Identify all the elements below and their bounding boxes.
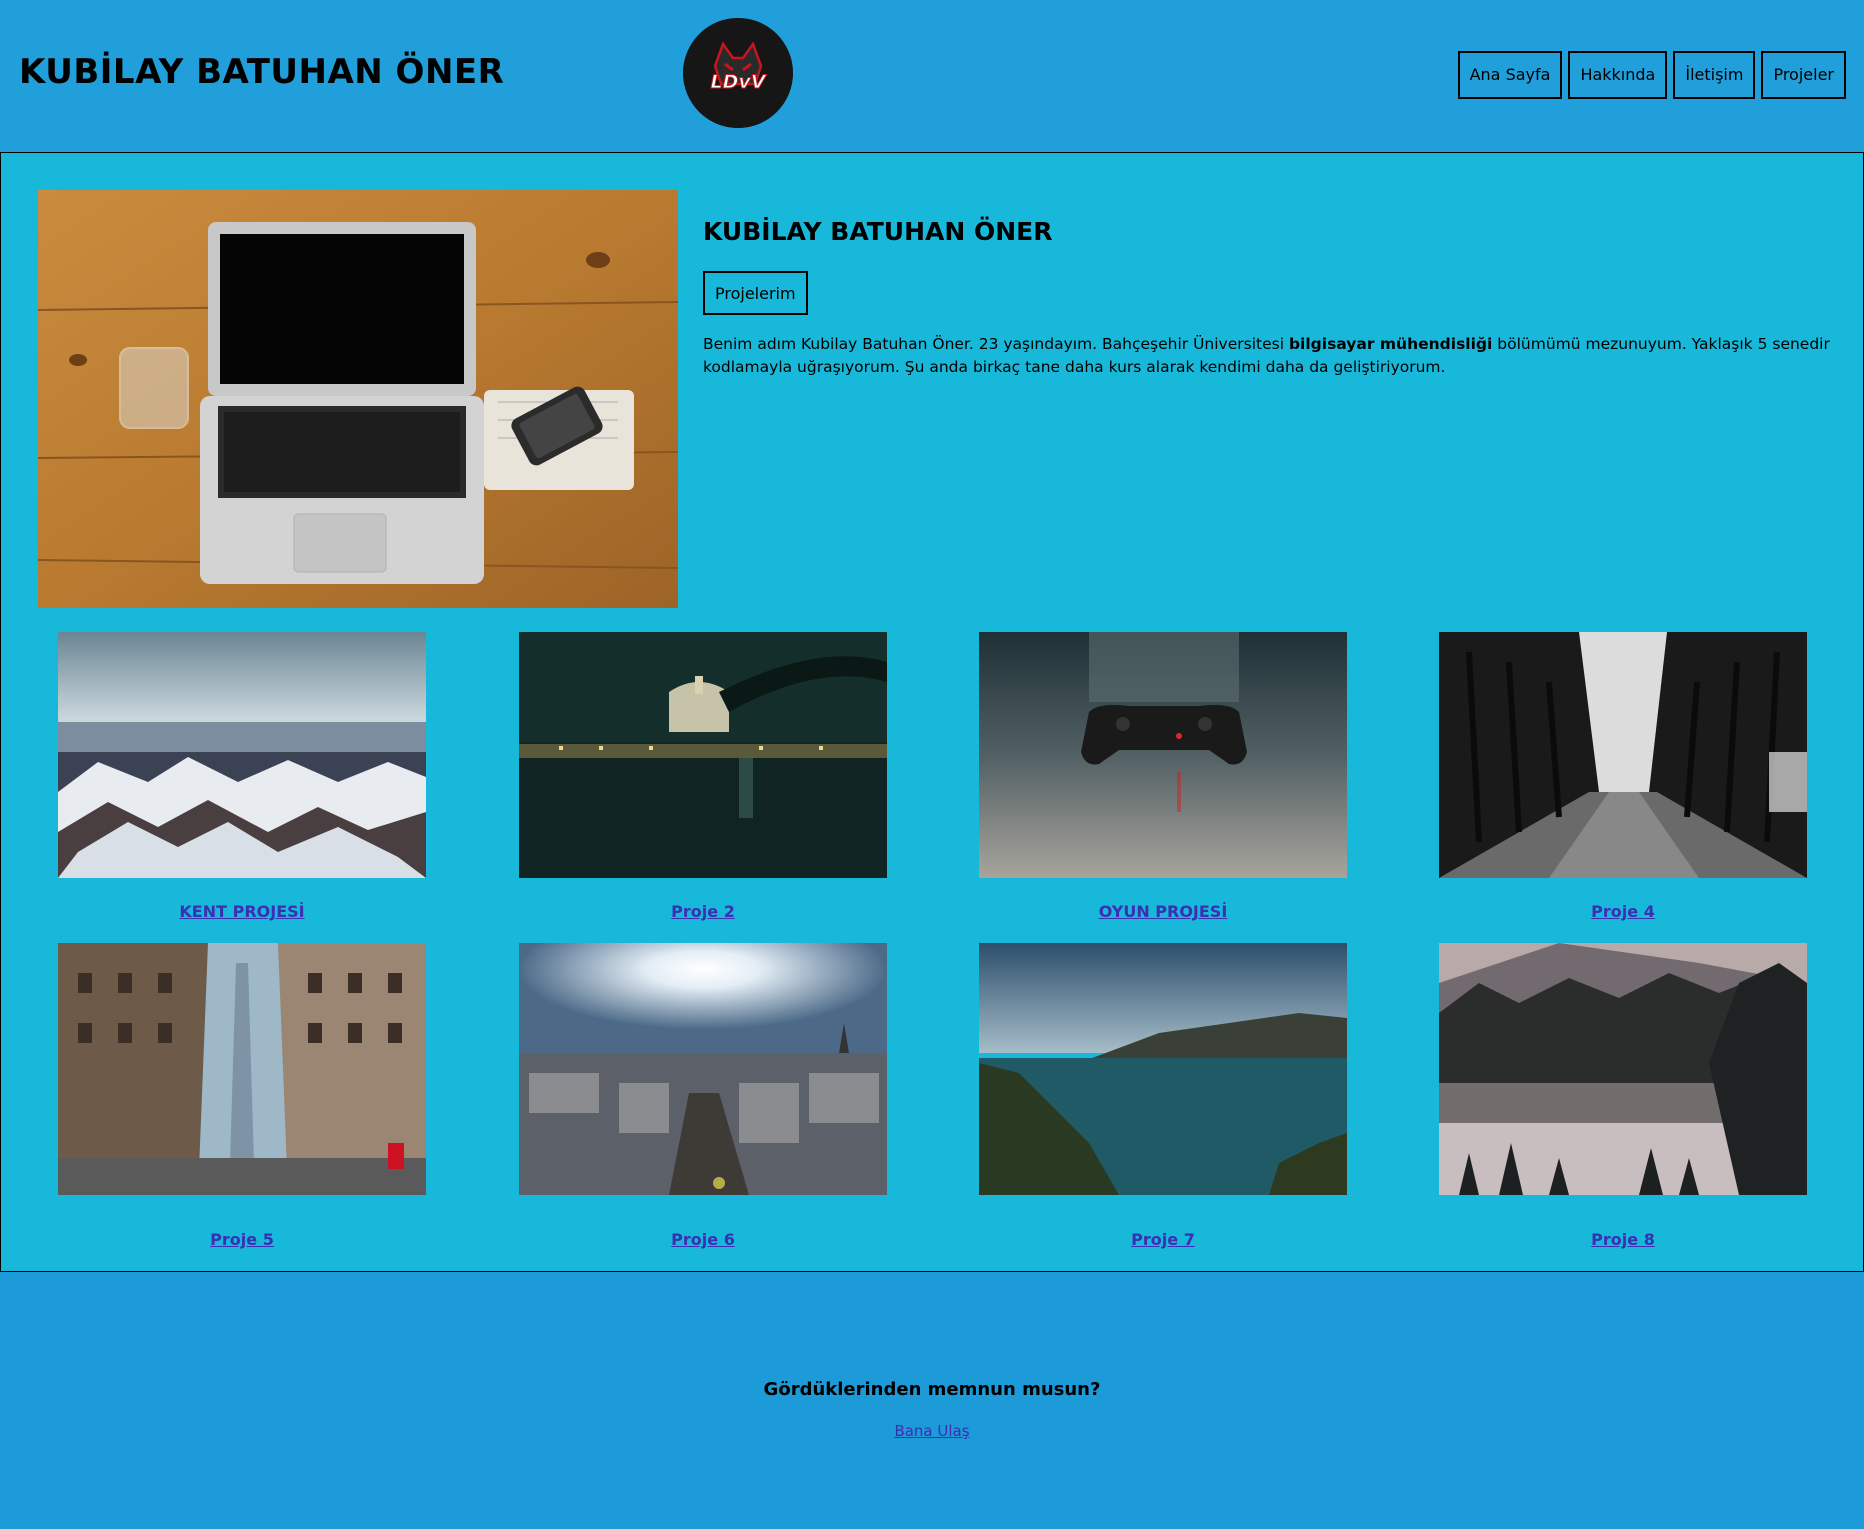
nav-projeler[interactable]: Projeler bbox=[1761, 51, 1846, 99]
project-link-5[interactable]: Proje 5 bbox=[58, 1230, 426, 1249]
nav-hakkinda[interactable]: Hakkında bbox=[1568, 51, 1668, 99]
logo-wolf-icon: LDvV bbox=[683, 18, 793, 128]
project-link-1[interactable]: KENT PROJESİ bbox=[58, 902, 426, 921]
main-content: KUBİLAY BATUHAN ÖNER Projelerim Benim ad… bbox=[0, 152, 1864, 1272]
project-card: Proje 2 bbox=[519, 632, 887, 921]
game-controller-image[interactable] bbox=[979, 632, 1347, 878]
project-link-8[interactable]: Proje 8 bbox=[1439, 1230, 1807, 1249]
project-link-7[interactable]: Proje 7 bbox=[979, 1230, 1347, 1249]
hero-description: Benim adım Kubilay Batuhan Öner. 23 yaşı… bbox=[703, 333, 1833, 379]
site-title: KUBİLAY BATUHAN ÖNER bbox=[19, 52, 505, 92]
projelerim-button[interactable]: Projelerim bbox=[703, 271, 808, 315]
nav-iletisim[interactable]: İletişim bbox=[1673, 51, 1756, 99]
project-link-6[interactable]: Proje 6 bbox=[519, 1230, 887, 1249]
new-york-street-image[interactable] bbox=[58, 943, 426, 1195]
logo-text: LDvV bbox=[711, 71, 767, 93]
hero-text-start: Benim adım Kubilay Batuhan Öner. 23 yaşı… bbox=[703, 335, 1289, 353]
project-card: OYUN PROJESİ bbox=[979, 632, 1347, 921]
hero-laptop-image bbox=[37, 190, 679, 608]
hero-text-bold: bilgisayar mühendisliği bbox=[1288, 335, 1493, 353]
site-header: KUBİLAY BATUHAN ÖNER LDvV Ana Sayfa Hakk… bbox=[0, 0, 1864, 152]
project-card: Proje 4 bbox=[1439, 632, 1807, 921]
project-link-2[interactable]: Proje 2 bbox=[519, 902, 887, 921]
project-link-3[interactable]: OYUN PROJESİ bbox=[979, 902, 1347, 921]
project-card: Proje 6 bbox=[519, 943, 887, 1249]
tree-tunnel-image[interactable] bbox=[1439, 632, 1807, 878]
nav-ana-sayfa[interactable]: Ana Sayfa bbox=[1457, 51, 1563, 99]
paris-skyline-image[interactable] bbox=[519, 943, 887, 1195]
project-card: Proje 7 bbox=[979, 943, 1347, 1249]
lake-mountains-image[interactable] bbox=[979, 943, 1347, 1195]
logo[interactable]: LDvV bbox=[683, 18, 793, 128]
snowy-city-image[interactable] bbox=[58, 632, 426, 878]
project-card: KENT PROJESİ bbox=[58, 632, 426, 921]
contact-link[interactable]: Bana Ulaş bbox=[894, 1422, 969, 1440]
project-link-4[interactable]: Proje 4 bbox=[1439, 902, 1807, 921]
footer-contact: Bana Ulaş bbox=[0, 1422, 1864, 1440]
footer-question: Gördüklerinden memnun musun? bbox=[763, 1379, 1101, 1400]
forest-lake-image[interactable] bbox=[1439, 943, 1807, 1195]
project-card: Proje 5 bbox=[58, 943, 426, 1249]
main-nav: Ana Sayfa Hakkında İletişim Projeler bbox=[1457, 51, 1846, 99]
night-london-image[interactable] bbox=[519, 632, 887, 878]
hero-title: KUBİLAY BATUHAN ÖNER bbox=[703, 217, 1053, 246]
project-card: Proje 8 bbox=[1439, 943, 1807, 1249]
